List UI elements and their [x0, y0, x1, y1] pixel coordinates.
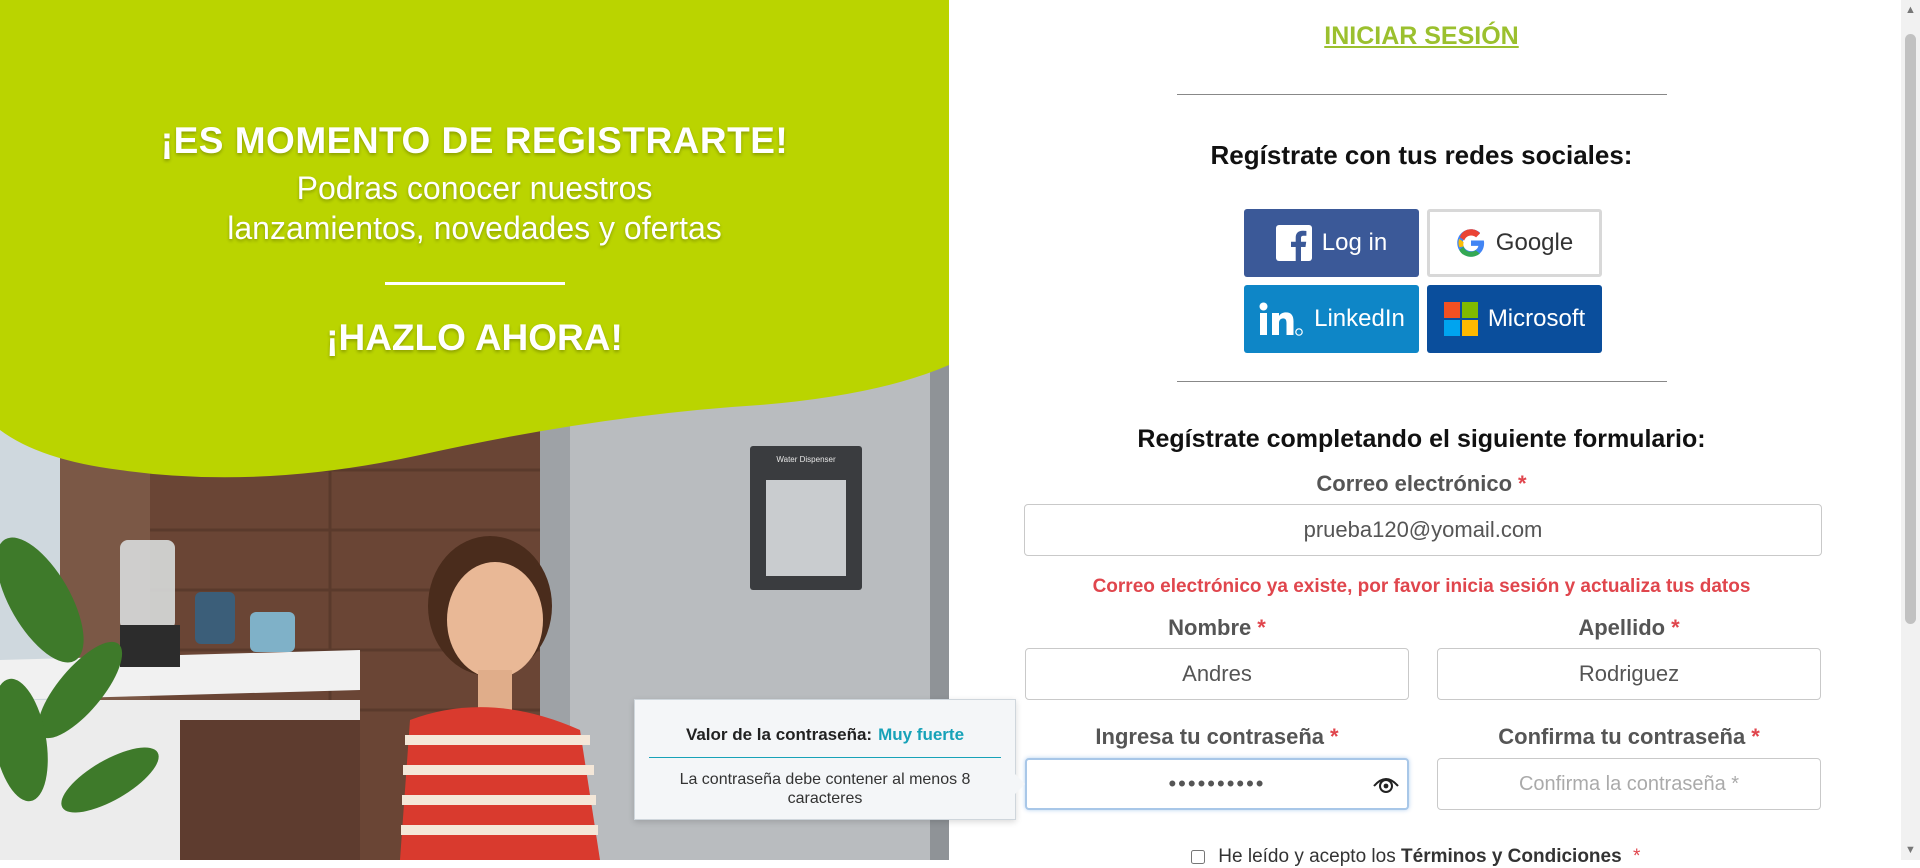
confirm-password-label-text: Confirma tu contraseña: [1498, 724, 1746, 749]
linkedin-login-button[interactable]: LinkedIn: [1244, 285, 1419, 353]
microsoft-login-button[interactable]: Microsoft: [1427, 285, 1602, 353]
divider-bottom: [1177, 381, 1667, 382]
password-rule-message: La contraseña debe contener al menos 8 c…: [679, 771, 971, 807]
svg-text:Water Dispenser: Water Dispenser: [776, 455, 836, 464]
password-required-mark: *: [1330, 724, 1339, 749]
email-label-text: Correo electrónico: [1316, 471, 1513, 496]
page-scrollbar[interactable]: ▲ ▼: [1901, 0, 1920, 860]
promo-divider: [384, 282, 565, 285]
show-password-eye-icon[interactable]: [1373, 774, 1399, 794]
terms-link[interactable]: Términos y Condiciones: [1401, 846, 1622, 867]
promo-text-block: ¡ES MOMENTO DE REGISTRARTE! Podras conoc…: [0, 120, 949, 359]
form-title: Regístrate completando el siguiente form…: [1137, 425, 1706, 453]
microsoft-icon: [1443, 302, 1478, 336]
password-label: Ingresa tu contraseña *: [1025, 724, 1409, 750]
first-name-field[interactable]: [1025, 648, 1409, 700]
google-login-label: Google: [1495, 229, 1574, 256]
google-icon: [1457, 229, 1484, 257]
google-login-button[interactable]: Google: [1427, 209, 1602, 277]
email-field[interactable]: [1024, 504, 1822, 556]
linkedin-icon: [1259, 302, 1303, 336]
terms-prefix: He leído y acepto los: [1218, 846, 1396, 867]
confirm-password-field[interactable]: [1437, 758, 1821, 810]
promo-cta: ¡HAZLO AHORA!: [326, 317, 623, 358]
email-label: Correo electrónico *: [949, 471, 1894, 497]
facebook-login-label: Log in: [1321, 229, 1388, 256]
first-name-label-text: Nombre: [1168, 615, 1252, 640]
registration-panel: INICIAR SESIÓN Regístrate con tus redes …: [949, 0, 1901, 867]
microsoft-login-label: Microsoft: [1487, 305, 1586, 332]
scroll-up-arrow[interactable]: ▲: [1901, 0, 1920, 20]
social-signup-title: Regístrate con tus redes sociales:: [1210, 140, 1633, 170]
scrollbar-thumb[interactable]: [1905, 34, 1916, 624]
password-label-text: Ingresa tu contraseña: [1095, 724, 1325, 749]
facebook-icon: [1275, 225, 1312, 261]
password-strength-label: Valor de la contraseña:: [685, 725, 873, 744]
terms-checkbox[interactable]: [1191, 849, 1205, 864]
facebook-login-button[interactable]: Log in: [1244, 209, 1419, 277]
login-link[interactable]: INICIAR SESIÓN: [949, 22, 1894, 51]
confirm-password-required-mark: *: [1751, 724, 1760, 749]
promo-subline-2: lanzamientos, novedades y ofertas: [227, 210, 722, 246]
last-name-label: Apellido *: [1437, 615, 1821, 641]
promo-subline-1: Podras conocer nuestros: [296, 170, 653, 206]
last-name-field[interactable]: [1437, 648, 1821, 700]
password-strength-header: Valor de la contraseña: Muy fuerte: [635, 700, 1015, 745]
last-name-label-text: Apellido: [1578, 615, 1666, 640]
linkedin-login-label: LinkedIn: [1314, 305, 1405, 332]
terms-required-mark: *: [1632, 846, 1641, 867]
last-name-required-mark: *: [1671, 615, 1680, 640]
first-name-label: Nombre *: [1025, 615, 1409, 641]
divider-top: [1177, 94, 1667, 95]
terms-row: He leído y acepto los Términos y Condici…: [1191, 846, 1640, 868]
email-required-mark: *: [1518, 471, 1527, 496]
password-strength-tooltip: Valor de la contraseña: Muy fuerte La con…: [634, 699, 1025, 820]
first-name-required-mark: *: [1257, 615, 1266, 640]
confirm-password-label: Confirma tu contraseña *: [1437, 724, 1821, 750]
password-field[interactable]: [1025, 758, 1409, 810]
promo-heading: ¡ES MOMENTO DE REGISTRARTE!: [160, 120, 789, 161]
email-error-message: Correo electrónico ya existe, por favor …: [1092, 576, 1751, 597]
password-strength-value: Muy fuerte: [878, 725, 965, 744]
scroll-down-arrow[interactable]: ▼: [1901, 840, 1920, 860]
